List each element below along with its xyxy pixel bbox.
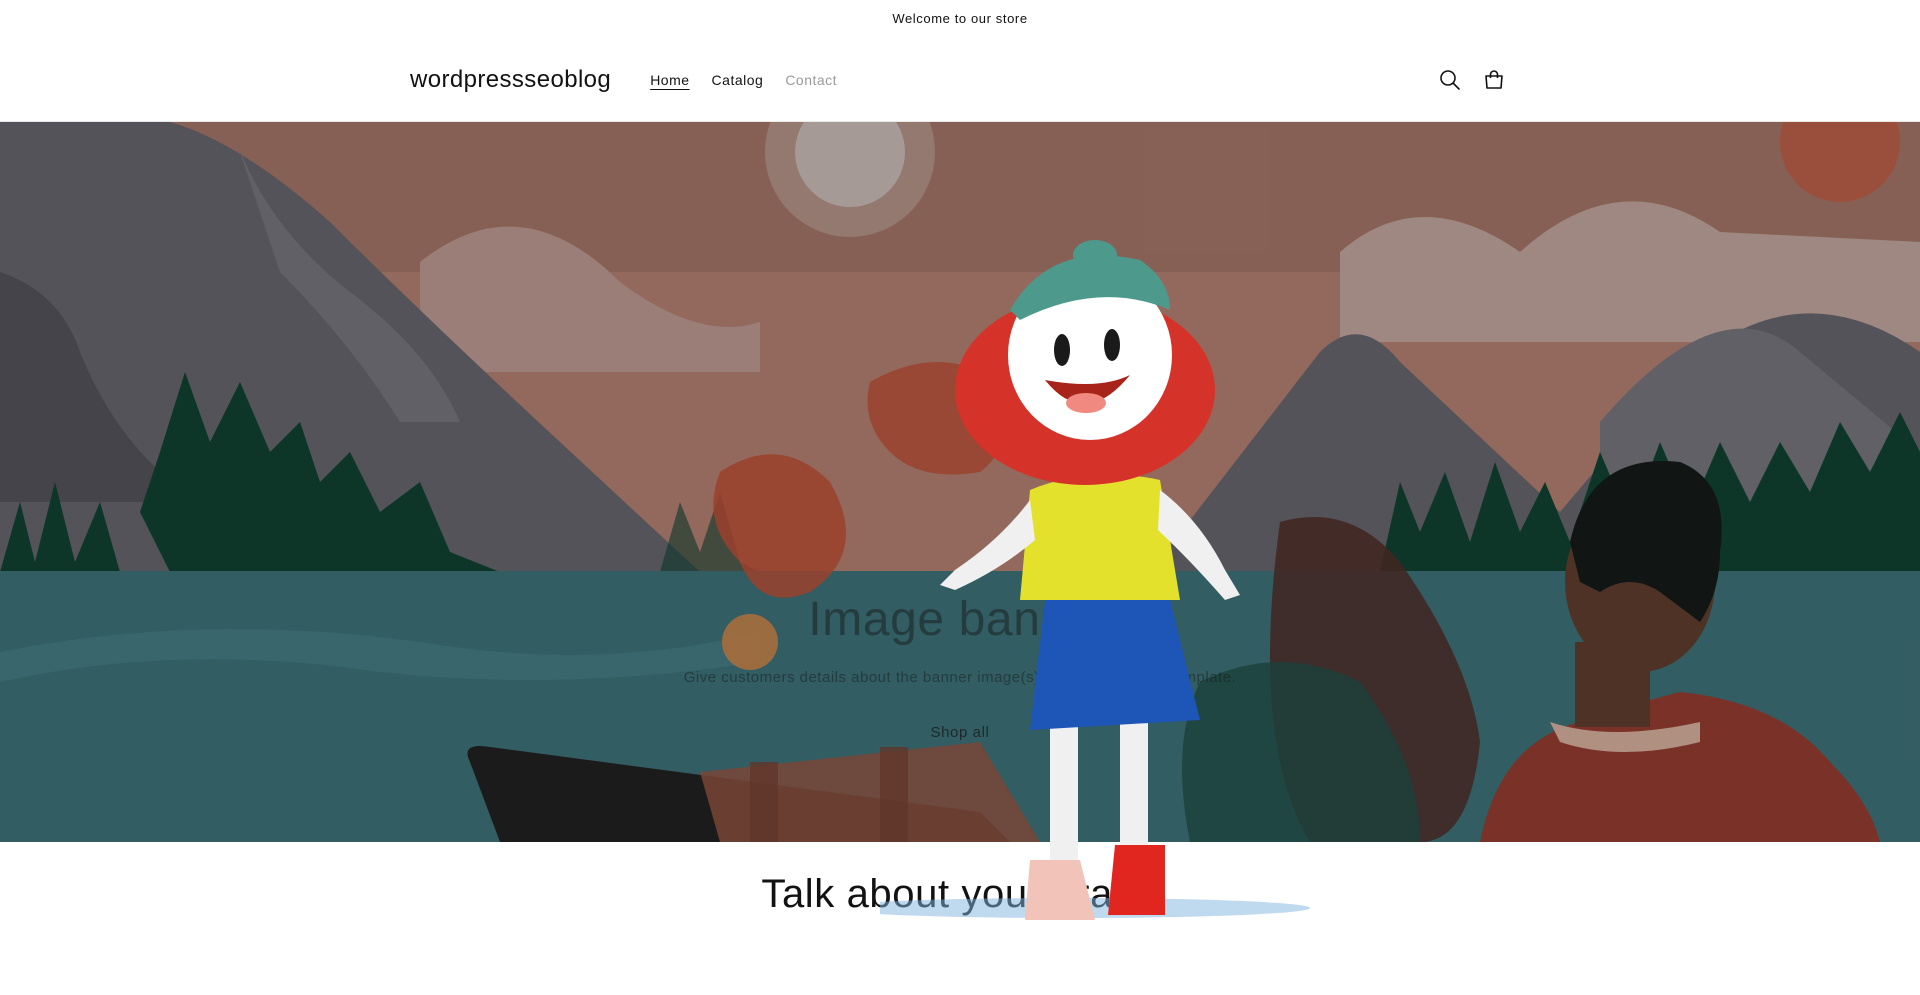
brand-section: Talk about your brand — [0, 842, 1920, 995]
header-inner: wordpressseoblog Home Catalog Contact — [410, 37, 1510, 122]
nav-home[interactable]: Home — [639, 64, 700, 96]
cart-icon[interactable] — [1478, 64, 1510, 96]
brand-title: Talk about your brand — [761, 872, 1159, 916]
banner-content: Image banner Give customers details abou… — [0, 592, 1920, 749]
main-nav: Home Catalog Contact — [639, 64, 848, 96]
search-icon[interactable] — [1434, 64, 1466, 96]
nav-catalog[interactable]: Catalog — [701, 64, 775, 96]
shop-all-button[interactable]: Shop all — [906, 716, 1013, 749]
header-icons — [1434, 64, 1510, 96]
image-banner: Image banner Give customers details abou… — [0, 122, 1920, 842]
banner-text: Give customers details about the banner … — [683, 669, 1237, 686]
announcement-bar: Welcome to our store — [0, 0, 1920, 37]
banner-title: Image banner — [808, 593, 1112, 646]
site-header: wordpressseoblog Home Catalog Contact — [0, 37, 1920, 122]
store-logo[interactable]: wordpressseoblog — [410, 66, 611, 94]
announcement-text: Welcome to our store — [892, 11, 1028, 26]
nav-contact[interactable]: Contact — [774, 64, 848, 96]
